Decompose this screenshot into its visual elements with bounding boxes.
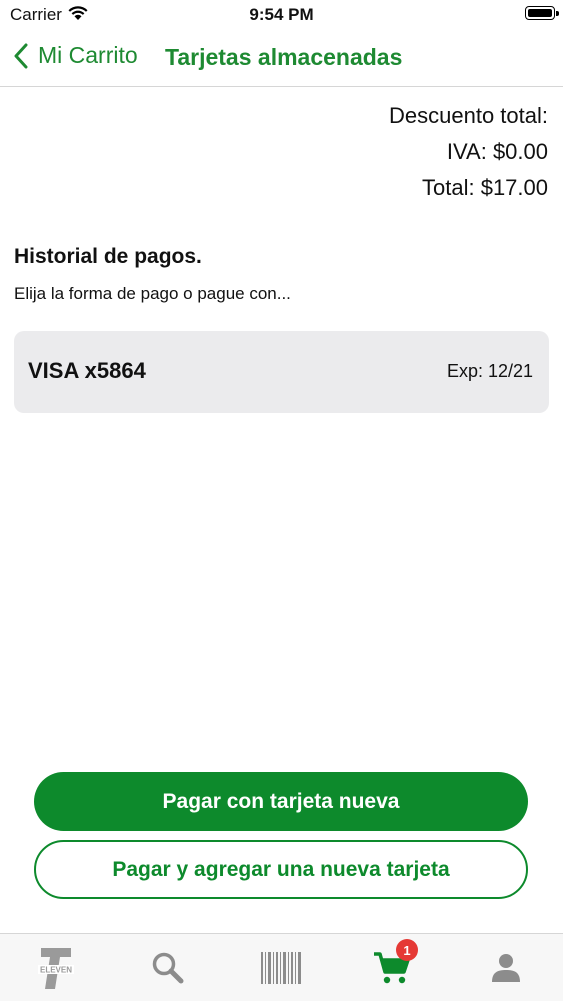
svg-text:ELEVEN: ELEVEN xyxy=(40,965,72,974)
tab-cart[interactable]: 1 xyxy=(362,934,422,1001)
history-title: Historial de pagos. xyxy=(14,245,202,268)
tab-bar: ELEVEN 1 xyxy=(0,933,563,1001)
barcode-icon xyxy=(261,951,301,984)
pay-add-card-button[interactable]: Pagar y agregar una nueva tarjeta xyxy=(34,840,528,899)
tab-profile[interactable] xyxy=(476,934,536,1001)
pay-new-card-button[interactable]: Pagar con tarjeta nueva xyxy=(34,772,528,831)
back-button[interactable]: Mi Carrito xyxy=(14,42,138,69)
search-icon xyxy=(152,952,184,983)
tab-home[interactable]: ELEVEN xyxy=(26,934,86,1001)
card-name: VISA x5864 xyxy=(28,358,146,383)
status-bar: Carrier 9:54 PM xyxy=(0,0,563,30)
profile-icon xyxy=(492,953,520,982)
saved-card[interactable]: VISA x5864 Exp: 12/21 xyxy=(14,331,549,413)
chevron-left-icon xyxy=(14,43,28,68)
history-subtitle: Elija la forma de pago o pague con... xyxy=(14,284,291,303)
iva-total: IVA: $0.00 xyxy=(446,139,548,164)
status-time: 9:54 PM xyxy=(249,5,314,24)
totals-summary: Descuento total: IVA: $0.00 Total: $17.0… xyxy=(389,98,548,206)
nav-bar: Mi Carrito Tarjetas almacenadas xyxy=(0,30,563,87)
page-title: Tarjetas almacenadas xyxy=(165,44,403,70)
discount-total: Descuento total: xyxy=(389,103,548,128)
cart-badge: 1 xyxy=(396,939,418,961)
card-expiry: Exp: 12/21 xyxy=(446,361,533,381)
tab-scan[interactable] xyxy=(251,934,311,1001)
grand-total: Total: $17.00 xyxy=(422,175,548,200)
back-label: Mi Carrito xyxy=(38,42,138,68)
seven-eleven-logo-icon: ELEVEN xyxy=(38,947,74,989)
battery-icon xyxy=(525,6,559,20)
tab-search[interactable] xyxy=(138,934,198,1001)
